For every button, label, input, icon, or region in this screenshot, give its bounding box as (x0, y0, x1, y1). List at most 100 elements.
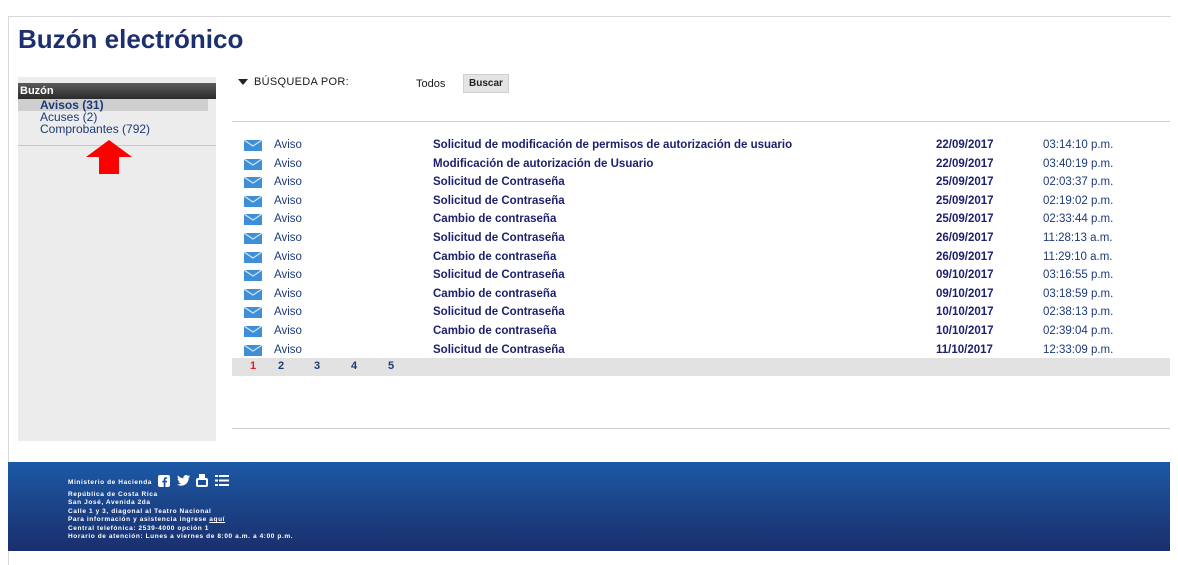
message-row[interactable]: Aviso Solicitud de Contraseña 26/09/2017 11… (238, 229, 1170, 248)
message-subject[interactable]: Solicitud de Contraseña (433, 303, 565, 322)
message-type: Aviso (274, 231, 302, 244)
message-time: 02:39:04 p.m. (1043, 324, 1114, 337)
message-subject[interactable]: Solicitud de Contraseña (433, 266, 565, 285)
divider (232, 121, 1170, 122)
message-type: Aviso (274, 306, 302, 319)
sidebar: Buzón Avisos (31) Acuses (2) Comprobante… (18, 77, 216, 441)
message-subject[interactable]: Cambio de contraseña (433, 322, 556, 341)
envelope-icon (244, 232, 262, 244)
envelope-icon (244, 307, 262, 319)
envelope-icon (244, 344, 262, 356)
message-type: Aviso (274, 343, 302, 356)
message-date: 11/10/2017 (936, 343, 993, 356)
message-subject[interactable]: Solicitud de Contraseña (433, 341, 565, 360)
page-link-5[interactable]: 5 (388, 358, 394, 374)
message-row[interactable]: Aviso Solicitud de Contraseña 10/10/2017 02… (238, 303, 1170, 322)
search-button[interactable]: Buscar (463, 74, 509, 93)
message-subject[interactable]: Cambio de contraseña (433, 248, 556, 267)
message-row[interactable]: Aviso Solicitud de Contraseña 09/10/2017 03… (238, 266, 1170, 285)
page-link-4[interactable]: 4 (351, 358, 357, 374)
facebook-icon[interactable] (158, 474, 171, 491)
message-row[interactable]: Aviso Cambio de contraseña 10/10/2017 02:39… (238, 322, 1170, 341)
footer-hours: Horario de atención: Lunes a viernes de … (68, 533, 294, 540)
message-list: Aviso Solicitud de modificación de permis… (238, 136, 1170, 359)
message-time: 03:18:59 p.m. (1043, 287, 1114, 300)
message-row[interactable]: Aviso Cambio de contraseña 26/09/2017 11:29… (238, 248, 1170, 267)
message-subject[interactable]: Modificación de autorización de Usuario (433, 155, 653, 174)
sidebar-item-comprobantes[interactable]: Comprobantes (792) (18, 123, 216, 135)
message-time: 02:19:02 p.m. (1043, 194, 1114, 207)
envelope-icon (244, 288, 262, 300)
message-time: 11:28:13 a.m. (1043, 231, 1113, 244)
message-type: Aviso (274, 324, 302, 337)
message-date: 10/10/2017 (936, 324, 994, 337)
list-icon[interactable] (214, 475, 229, 490)
message-row[interactable]: Aviso Modificación de autorización de Usu… (238, 155, 1170, 174)
message-type: Aviso (274, 194, 302, 207)
footer-address-line: San José, Avenida 2da (68, 499, 151, 506)
message-row[interactable]: Aviso Cambio de contraseña 09/10/2017 03:18… (238, 285, 1170, 304)
message-row[interactable]: Aviso Solicitud de modificación de permis… (238, 136, 1170, 155)
message-subject[interactable]: Solicitud de Contraseña (433, 192, 565, 211)
message-time: 03:40:19 p.m. (1043, 157, 1114, 170)
envelope-icon (244, 325, 262, 337)
message-subject[interactable]: Solicitud de Contraseña (433, 229, 565, 248)
message-time: 03:14:10 p.m. (1043, 139, 1114, 151)
twitter-icon[interactable] (176, 475, 190, 490)
envelope-icon (244, 158, 262, 170)
envelope-icon (244, 140, 262, 151)
caret-down-icon[interactable] (238, 79, 248, 86)
footer: Ministerio de Hacienda República de Cost… (8, 462, 1170, 551)
message-time: 03:16:55 p.m. (1043, 269, 1114, 282)
footer-org-line: Ministerio de Hacienda (68, 474, 293, 491)
message-type: Aviso (274, 157, 302, 170)
message-row[interactable]: Aviso Solicitud de Contraseña 11/10/2017 12… (238, 341, 1170, 360)
message-row[interactable]: Aviso Solicitud de Contraseña 25/09/2017 02… (238, 173, 1170, 192)
youtube-icon[interactable] (196, 474, 209, 491)
message-subject[interactable]: Solicitud de Contraseña (433, 173, 565, 192)
footer-text: Ministerio de Hacienda República de Cost… (68, 474, 293, 542)
sidebar-list: Avisos (31) Acuses (2) Comprobantes (792… (18, 99, 216, 135)
message-row[interactable]: Aviso Solicitud de Contraseña 25/09/2017 02… (238, 192, 1170, 211)
message-date: 22/09/2017 (936, 139, 994, 151)
message-time: 02:33:44 p.m. (1043, 213, 1114, 226)
page-link-3[interactable]: 3 (314, 358, 320, 374)
message-type: Aviso (274, 250, 302, 263)
envelope-icon (244, 177, 262, 189)
social-icons (158, 474, 232, 491)
help-link[interactable]: aquí (209, 516, 225, 523)
message-subject[interactable]: Solicitud de modificación de permisos de… (433, 136, 792, 155)
page-title: Buzón electrónico (18, 24, 244, 54)
message-date: 26/09/2017 (936, 231, 994, 244)
message-time: 02:03:37 p.m. (1043, 176, 1114, 189)
message-date: 25/09/2017 (936, 213, 994, 226)
message-type: Aviso (274, 176, 302, 189)
search-bar: BÚSQUEDA POR: Todos Buscar (238, 74, 509, 98)
message-date: 09/10/2017 (936, 287, 994, 300)
message-subject[interactable]: Cambio de contraseña (433, 285, 556, 304)
message-subject[interactable]: Cambio de contraseña (433, 210, 556, 229)
message-time: 12:33:09 p.m. (1043, 343, 1114, 356)
envelope-icon (244, 251, 262, 263)
footer-phone: Central telefónica: 2539-4000 opción 1 (68, 524, 209, 532)
message-time: 02:38:13 p.m. (1043, 306, 1114, 319)
envelope-icon (244, 195, 262, 207)
red-up-arrow-icon (86, 140, 132, 174)
message-date: 25/09/2017 (936, 176, 994, 189)
page-link-2[interactable]: 2 (278, 358, 284, 374)
message-type: Aviso (274, 213, 302, 226)
footer-help-line: Para información y asistencia ingrese aq… (68, 516, 293, 525)
envelope-icon (244, 214, 262, 226)
message-date: 10/10/2017 (936, 306, 994, 319)
message-date: 09/10/2017 (936, 269, 994, 282)
page-link-1[interactable]: 1 (250, 358, 256, 374)
message-date: 25/09/2017 (936, 194, 994, 207)
filter-select[interactable]: Todos (416, 78, 445, 90)
message-date: 22/09/2017 (936, 157, 994, 170)
message-type: Aviso (274, 269, 302, 282)
message-type: Aviso (274, 139, 302, 151)
message-row[interactable]: Aviso Cambio de contraseña 25/09/2017 02:33… (238, 210, 1170, 229)
message-date: 26/09/2017 (936, 250, 994, 263)
search-label[interactable]: BÚSQUEDA POR: (254, 76, 349, 88)
footer-address-line: Calle 1 y 3, diagonal al Teatro Nacional (68, 507, 212, 515)
